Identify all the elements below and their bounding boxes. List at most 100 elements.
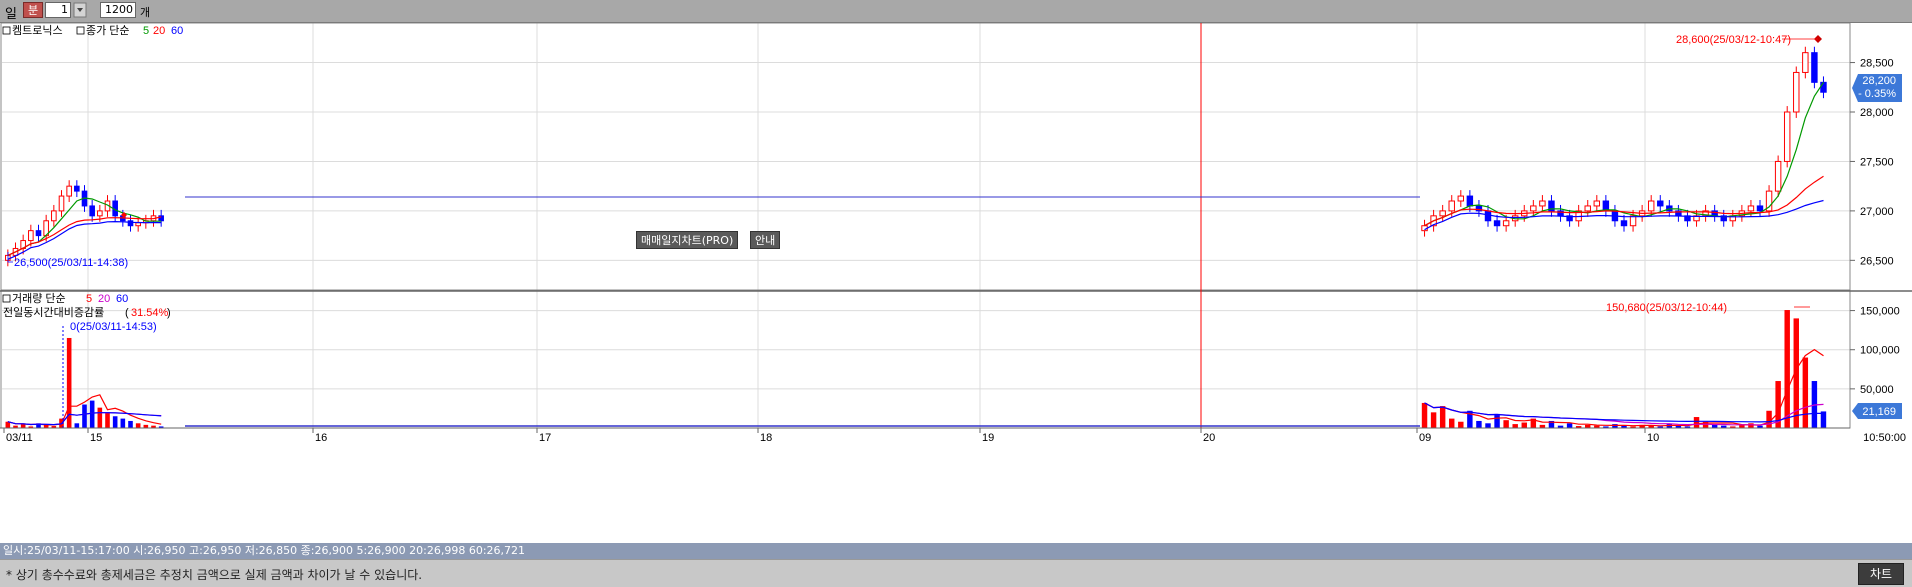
compare-close-paren: )	[167, 307, 171, 319]
price-legend: 켐트로닉스 종가 단순 5 20 60	[2, 24, 183, 37]
volume-bar	[1421, 402, 1428, 428]
candle-body	[1647, 200, 1655, 212]
period-day-tab[interactable]: 일	[5, 3, 17, 22]
volume-y-tick-label: 50,000	[1860, 384, 1894, 396]
candle-body	[58, 195, 65, 212]
candle-body	[89, 205, 95, 217]
candle-body	[135, 222, 141, 227]
count-input[interactable]: 1200	[100, 2, 136, 18]
volume-low-marker: 0(25/03/11-14:53)	[70, 321, 157, 333]
candle-body	[28, 230, 34, 242]
chart-button[interactable]: 차트	[1858, 563, 1904, 585]
candle-body	[51, 210, 57, 222]
volume-bar	[1766, 410, 1772, 428]
volume-bar	[112, 416, 118, 428]
candle-body	[1811, 52, 1818, 83]
candle-body	[1820, 81, 1827, 93]
volume-bar	[1485, 423, 1491, 428]
volume-bar	[82, 404, 87, 428]
price-indicator-label: 종가 단순	[86, 24, 130, 37]
current-change-text: - 0.35%	[1858, 88, 1896, 100]
candle-body	[1802, 52, 1809, 73]
candle-body	[35, 230, 42, 237]
candle-body	[1793, 71, 1800, 113]
volume-bar	[1476, 420, 1482, 428]
price-y-tick-label: 27,000	[1860, 206, 1894, 218]
chart-area[interactable]: 켐트로닉스 종가 단순 5 20 60 28,600(25/03/12-10:4…	[0, 22, 1912, 543]
volume-bar	[1748, 423, 1754, 428]
x-tick-label: 18	[760, 432, 772, 444]
candle-body	[1484, 210, 1492, 222]
x-tick-label: 19	[982, 432, 994, 444]
fee-notice-text: * 상기 총수수료와 총제세금은 추정치 금액으로 실제 금액과 차이가 날 수…	[6, 568, 423, 582]
chart-toolbar: 일 분 1 1200 개	[0, 0, 1912, 23]
ma60-label: 60	[171, 25, 183, 37]
candle-body	[127, 220, 134, 227]
x-tick-label: 20	[1203, 432, 1215, 444]
volume-bar	[1430, 412, 1437, 428]
x-tick-label: 15	[90, 432, 102, 444]
candle-body	[1539, 200, 1546, 207]
price-y-tick-label: 26,500	[1860, 255, 1894, 267]
x-tick-label: 16	[315, 432, 327, 444]
volume-bar	[1612, 424, 1618, 428]
interval-input[interactable]: 1	[45, 2, 71, 18]
stock-name-label: 켐트로닉스	[12, 24, 63, 37]
volume-bar	[89, 400, 95, 428]
ma20-label: 20	[153, 25, 165, 37]
candle-body	[1783, 111, 1791, 162]
candle-body	[1457, 195, 1465, 202]
vol-ma5-label: 5	[86, 293, 92, 305]
interval-stepper-icon[interactable]	[73, 2, 87, 18]
x-tick-label: 09	[1419, 432, 1431, 444]
volume-bar	[97, 407, 103, 428]
ma5-label: 5	[143, 25, 149, 37]
volume-bar	[1494, 413, 1500, 428]
vol-ma20-label: 20	[98, 293, 110, 305]
volume-bar	[1503, 420, 1509, 428]
candle-body	[1593, 200, 1601, 207]
volume-bar	[105, 412, 110, 428]
volume-y-tick-label: 100,000	[1860, 345, 1900, 357]
volume-bar	[135, 423, 141, 428]
volume-high-marker: 150,680(25/03/12-10:44)	[1606, 302, 1727, 314]
time-box-text: 10:50:00	[1863, 432, 1906, 444]
candle-body	[1620, 220, 1628, 227]
volume-bar	[1693, 417, 1700, 428]
volume-bar	[1566, 423, 1573, 428]
price-y-tick-label: 28,000	[1860, 107, 1894, 119]
candle-body	[1502, 220, 1510, 227]
candle-body	[66, 185, 72, 197]
x-tick-label: 03/11	[6, 432, 33, 444]
trading-journal-chart-button[interactable]: 매매일지차트(PRO)	[636, 231, 739, 249]
current-volume-text: 21,169	[1862, 406, 1896, 418]
period-minute-tab[interactable]: 분	[23, 2, 43, 18]
volume-bar	[120, 418, 126, 428]
candle-body	[1439, 210, 1446, 217]
ohlc-status-bar: 일시:25/03/11-15:17:00 시:26,950 고:26,950 저…	[0, 543, 1912, 559]
price-y-tick-label: 28,500	[1860, 58, 1894, 70]
compare-open-paren: (	[125, 307, 129, 319]
candle-body	[1756, 205, 1764, 212]
footer-bar: * 상기 총수수료와 총제세금은 추정치 금액으로 실제 금액과 차이가 날 수…	[0, 559, 1912, 587]
volume-bar	[1449, 418, 1455, 428]
candle-body	[1774, 160, 1782, 192]
stock-chart-svg[interactable]: 켐트로닉스 종가 단순 5 20 60 28,600(25/03/12-10:4…	[0, 22, 1912, 543]
guide-button[interactable]: 안내	[750, 231, 781, 249]
candle-body	[1747, 205, 1755, 212]
candle-body	[1629, 215, 1637, 227]
candle-body	[1448, 200, 1455, 212]
volume-bar	[1439, 406, 1446, 428]
price-low-marker: 26,500(25/03/11-14:38)	[14, 257, 128, 269]
count-unit-label: 개	[140, 6, 151, 19]
candle-body	[74, 185, 80, 192]
candle-body	[1466, 195, 1474, 207]
current-price-text: 28,200	[1862, 75, 1896, 87]
compare-label: 전일동시간대비증감률	[3, 305, 104, 319]
vol-ma60-label: 60	[116, 293, 128, 305]
volume-bar	[1512, 424, 1518, 428]
x-tick-label: 10	[1647, 432, 1659, 444]
x-tick-label: 17	[539, 432, 551, 444]
volume-bar	[1521, 422, 1527, 428]
candle-body	[1584, 205, 1591, 212]
